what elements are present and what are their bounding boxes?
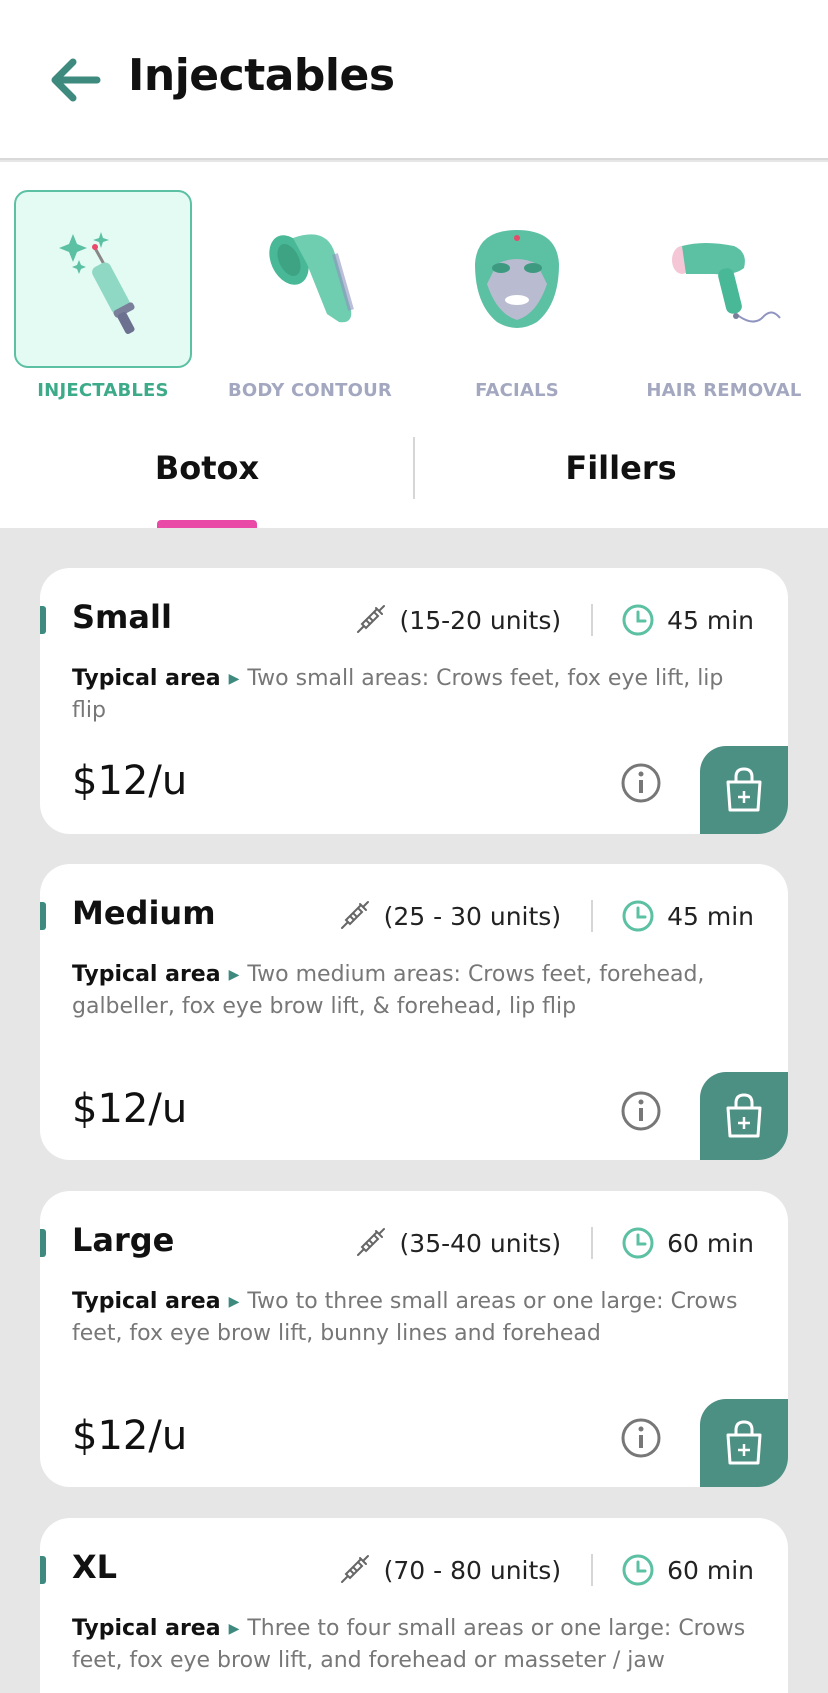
syringe-icon <box>59 232 135 335</box>
syringe-icon <box>336 898 372 934</box>
meta-divider <box>591 1554 594 1586</box>
shopping-bag-plus-icon <box>726 1093 762 1138</box>
tab-botox[interactable]: Botox <box>0 407 414 528</box>
triangle-icon: ▶ <box>228 1294 240 1310</box>
card-accent <box>40 606 46 634</box>
card-accent <box>40 1556 46 1584</box>
category-injectables[interactable]: INJECTABLES <box>14 176 192 406</box>
package-size: Large <box>72 1221 175 1259</box>
clock-icon <box>621 603 655 637</box>
package-price: $12/u <box>72 1413 188 1459</box>
syringe-icon <box>352 602 388 638</box>
meta-divider <box>591 604 594 636</box>
duration-text: 45 min <box>667 605 754 635</box>
info-icon[interactable] <box>620 1417 662 1459</box>
category-selector: INJECTABLES BODY CONTOUR FACIALS HAIR RE… <box>0 162 828 407</box>
units-text: (70 - 80 units) <box>383 1555 562 1585</box>
duration-text: 60 min <box>667 1228 754 1258</box>
clock-icon <box>621 899 655 933</box>
category-body-contour[interactable]: BODY CONTOUR <box>221 176 399 406</box>
units-text: (15-20 units) <box>399 605 562 635</box>
category-tile <box>221 190 399 368</box>
card-accent <box>40 1229 46 1257</box>
typical-area: Typical area ▶ Two to three small areas or… <box>72 1287 762 1349</box>
package-card-small: Small (15-20 units) 45 min Typical area ▶… <box>40 568 788 834</box>
typical-area-label: Typical area <box>72 1289 221 1314</box>
clock-icon <box>621 1226 655 1260</box>
syringe-icon <box>352 1225 388 1261</box>
card-accent <box>40 902 46 930</box>
shopping-bag-plus-icon <box>726 1420 762 1465</box>
category-hair-removal[interactable]: HAIR REMOVAL <box>635 176 813 406</box>
category-label: HAIR REMOVAL <box>646 380 802 401</box>
units-text: (25 - 30 units) <box>383 901 562 931</box>
treatment-tabs: Botox Fillers <box>0 407 828 528</box>
duration-text: 45 min <box>667 901 754 931</box>
typical-area-label: Typical area <box>72 666 221 691</box>
laser-device-icon <box>672 243 781 323</box>
category-label: FACIALS <box>475 380 559 401</box>
app-header: Injectables <box>0 0 828 160</box>
triangle-icon: ▶ <box>228 967 240 983</box>
category-facials[interactable]: FACIALS <box>428 176 606 406</box>
typical-area: Typical area ▶ Three to four small areas o… <box>72 1614 762 1676</box>
triangle-icon: ▶ <box>228 671 240 687</box>
info-icon[interactable] <box>620 1090 662 1132</box>
arrow-left-icon <box>51 58 101 102</box>
package-price: $12/u <box>72 758 188 804</box>
package-size: Small <box>72 598 172 636</box>
duration-text: 60 min <box>667 1555 754 1585</box>
package-size: XL <box>72 1548 118 1586</box>
package-meta: (25 - 30 units) 45 min <box>336 888 754 944</box>
syringe-icon <box>336 1552 372 1588</box>
category-tile <box>14 190 192 368</box>
face-mask-icon <box>475 230 559 328</box>
typical-area-label: Typical area <box>72 962 221 987</box>
category-tile <box>428 190 606 368</box>
package-card-large: Large (35-40 units) 60 min Typical area ▶… <box>40 1191 788 1487</box>
add-to-cart-button[interactable] <box>700 1399 788 1487</box>
package-card-xl: XL (70 - 80 units) 60 min Typical area ▶ T… <box>40 1518 788 1693</box>
triangle-icon: ▶ <box>228 1621 240 1637</box>
category-label: BODY CONTOUR <box>228 380 392 401</box>
category-tile <box>635 190 813 368</box>
package-price: $12/u <box>72 1086 188 1132</box>
contour-roller-icon <box>269 234 354 323</box>
category-label: INJECTABLES <box>37 380 169 401</box>
units-text: (35-40 units) <box>399 1228 562 1258</box>
clock-icon <box>621 1553 655 1587</box>
add-to-cart-button[interactable] <box>700 1072 788 1160</box>
meta-divider <box>591 1227 594 1259</box>
typical-area: Typical area ▶ Two medium areas: Crows fee… <box>72 960 762 1022</box>
package-meta: (15-20 units) 45 min <box>352 592 754 648</box>
back-button[interactable] <box>44 52 104 108</box>
typical-area-label: Typical area <box>72 1616 221 1641</box>
info-icon[interactable] <box>620 762 662 804</box>
meta-divider <box>591 900 594 932</box>
package-meta: (70 - 80 units) 60 min <box>336 1542 754 1598</box>
page-title: Injectables <box>128 50 395 101</box>
active-tab-indicator <box>157 520 257 528</box>
package-card-medium: Medium (25 - 30 units) 45 min Typical ar… <box>40 864 788 1160</box>
tab-fillers[interactable]: Fillers <box>414 407 828 528</box>
typical-area: Typical area ▶ Two small areas: Crows feet… <box>72 664 762 726</box>
shopping-bag-plus-icon <box>726 767 762 812</box>
package-meta: (35-40 units) 60 min <box>352 1215 754 1271</box>
package-size: Medium <box>72 894 216 932</box>
add-to-cart-button[interactable] <box>700 746 788 834</box>
